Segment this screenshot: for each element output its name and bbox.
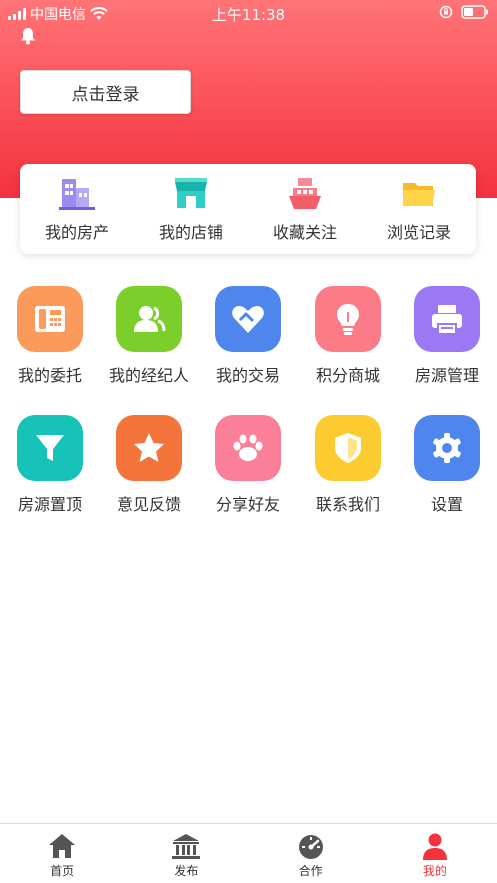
quick-access-card: 我的房产 我的店铺 收藏关注 浏览记录 xyxy=(20,164,476,254)
gauge-icon xyxy=(298,835,323,859)
tile xyxy=(17,286,83,352)
menu-item-my-entrust[interactable]: 我的委托 xyxy=(0,286,100,386)
quick-item-my-store[interactable]: 我的店铺 xyxy=(134,164,248,254)
building-icon xyxy=(59,179,95,210)
user-icon xyxy=(134,306,166,332)
quick-item-my-property[interactable]: 我的房产 xyxy=(20,164,134,254)
menu-item-label: 意见反馈 xyxy=(116,495,181,514)
rotation-lock-icon xyxy=(439,5,453,19)
phone-icon xyxy=(35,306,65,332)
menu-item-points-mall[interactable]: 积分商城 xyxy=(298,286,398,386)
lightbulb-icon xyxy=(337,304,359,335)
status-time: 上午11:38 xyxy=(211,6,286,24)
menu-item-label: 积分商城 xyxy=(315,366,380,385)
menu-item-settings[interactable]: 设置 xyxy=(397,415,497,515)
quick-item-label: 收藏关注 xyxy=(272,223,337,242)
tile xyxy=(17,415,83,481)
shield-icon xyxy=(335,433,361,463)
menu-item-label: 分享好友 xyxy=(215,495,280,514)
tab-cooperation[interactable]: 合作 xyxy=(249,824,373,883)
tab-label: 首页 xyxy=(50,864,75,878)
menu-item-label: 我的经纪人 xyxy=(108,366,189,385)
tab-label: 发布 xyxy=(174,864,199,878)
menu-item-label: 我的委托 xyxy=(17,366,82,385)
store-icon xyxy=(175,178,207,208)
tile xyxy=(116,286,182,352)
quick-item-history[interactable]: 浏览记录 xyxy=(362,164,476,254)
tile xyxy=(315,286,381,352)
quick-item-favorites[interactable]: 收藏关注 xyxy=(248,164,362,254)
tile xyxy=(215,286,281,352)
menu-item-label: 联系我们 xyxy=(315,495,380,514)
menu-item-my-trade[interactable]: 我的交易 xyxy=(198,286,298,386)
home-icon xyxy=(49,834,76,858)
tile xyxy=(315,415,381,481)
tab-publish[interactable]: 发布 xyxy=(124,824,248,883)
tab-mine[interactable]: 我的 xyxy=(373,824,497,883)
folder-icon xyxy=(403,183,435,206)
ship-icon xyxy=(289,178,321,209)
tile xyxy=(414,286,480,352)
menu-item-contact-us[interactable]: 联系我们 xyxy=(298,415,398,515)
funnel-icon xyxy=(36,435,64,461)
menu-item-label: 设置 xyxy=(430,495,463,514)
login-button[interactable]: 点击登录 xyxy=(20,70,191,114)
battery-icon xyxy=(461,5,488,19)
menu-item-label: 房源置顶 xyxy=(17,495,82,514)
menu-item-label: 我的交易 xyxy=(215,366,280,385)
tab-home[interactable]: 首页 xyxy=(0,824,124,883)
menu-item-feedback[interactable]: 意见反馈 xyxy=(99,415,199,515)
tile xyxy=(215,415,281,481)
menu-item-share-friends[interactable]: 分享好友 xyxy=(198,415,298,515)
status-bar: 中国电信 上午11:38 xyxy=(0,0,497,26)
paw-icon xyxy=(233,434,263,461)
quick-item-label: 我的房产 xyxy=(44,223,109,242)
handshake-heart-icon xyxy=(232,306,264,333)
menu-item-my-agent[interactable]: 我的经纪人 xyxy=(99,286,199,386)
printer-icon xyxy=(432,305,462,335)
tab-label: 合作 xyxy=(298,864,323,878)
tile xyxy=(414,415,480,481)
profile-page: 中国电信 上午11:38 点击登录 我的房产 我的店铺 收藏关注 浏览记录 我的… xyxy=(0,0,497,883)
tile xyxy=(116,415,182,481)
bank-icon xyxy=(172,834,201,859)
menu-item-label: 房源管理 xyxy=(414,366,479,385)
menu-item-listing-top[interactable]: 房源置顶 xyxy=(0,415,100,515)
bell-icon[interactable] xyxy=(18,26,38,46)
quick-item-label: 我的店铺 xyxy=(158,223,223,242)
star-icon xyxy=(134,433,164,462)
gear-icon xyxy=(433,433,461,463)
menu-item-listing-management[interactable]: 房源管理 xyxy=(397,286,497,386)
tab-label: 我的 xyxy=(422,864,447,878)
quick-item-label: 浏览记录 xyxy=(386,223,451,242)
person-icon xyxy=(422,833,447,860)
tab-bar: 首页 发布 合作 我的 xyxy=(0,823,497,883)
